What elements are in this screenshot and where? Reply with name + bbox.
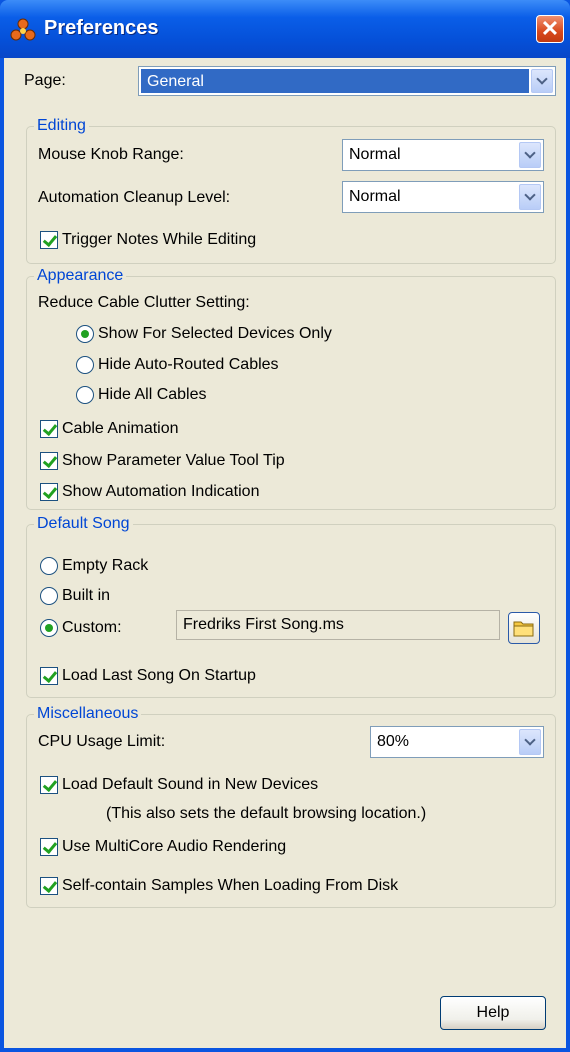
help-button[interactable]: Help	[440, 996, 546, 1030]
load-default-sound-note: (This also sets the default browsing loc…	[106, 805, 427, 822]
multicore-rendering-checkbox[interactable]	[40, 838, 58, 856]
hide-auto-routed-radio[interactable]	[76, 356, 94, 374]
app-logo-icon	[10, 18, 36, 41]
custom-song-path-field[interactable]: Fredriks First Song.ms	[176, 610, 500, 640]
cable-animation-label[interactable]: Cable Animation	[62, 420, 179, 438]
mouse-knob-range-select[interactable]: Normal	[342, 139, 544, 171]
show-selected-devices-radio[interactable]	[76, 325, 94, 343]
automation-indication-checkbox[interactable]	[40, 483, 58, 501]
self-contain-samples-label[interactable]: Self-contain Samples When Loading From D…	[62, 877, 398, 895]
title-bar[interactable]: Preferences ✕	[0, 0, 570, 58]
load-last-song-label[interactable]: Load Last Song On Startup	[62, 667, 256, 685]
empty-rack-radio[interactable]	[40, 557, 58, 575]
window-title: Preferences	[44, 17, 159, 39]
dialog-body: Page: General Editing Mouse Knob Range: …	[4, 58, 566, 1048]
param-tooltip-checkbox[interactable]	[40, 452, 58, 470]
hide-all-cables-label[interactable]: Hide All Cables	[98, 386, 207, 404]
close-button[interactable]: ✕	[536, 15, 564, 43]
load-last-song-checkbox[interactable]	[40, 667, 58, 685]
automation-cleanup-label: Automation Cleanup Level:	[38, 189, 231, 206]
cpu-usage-value: 80%	[377, 733, 410, 750]
show-selected-devices-label[interactable]: Show For Selected Devices Only	[98, 325, 332, 343]
page-select[interactable]: General	[138, 66, 556, 96]
cpu-usage-select[interactable]: 80%	[370, 726, 544, 758]
browse-folder-button[interactable]	[508, 612, 540, 644]
chevron-down-icon[interactable]	[519, 184, 541, 210]
custom-radio[interactable]	[40, 619, 58, 637]
cable-clutter-label: Reduce Cable Clutter Setting:	[38, 294, 250, 311]
appearance-legend: Appearance	[34, 267, 127, 285]
chevron-down-icon[interactable]	[531, 69, 553, 93]
miscellaneous-legend: Miscellaneous	[34, 705, 142, 723]
mouse-knob-range-value: Normal	[349, 146, 401, 163]
automation-indication-label[interactable]: Show Automation Indication	[62, 483, 259, 501]
page-select-value: General	[147, 73, 204, 90]
multicore-rendering-label[interactable]: Use MultiCore Audio Rendering	[62, 838, 286, 856]
built-in-label[interactable]: Built in	[62, 587, 110, 605]
trigger-notes-label[interactable]: Trigger Notes While Editing	[62, 231, 256, 249]
chevron-down-icon[interactable]	[519, 142, 541, 168]
default-song-legend: Default Song	[34, 515, 133, 533]
chevron-down-icon[interactable]	[519, 729, 541, 755]
load-default-sound-checkbox[interactable]	[40, 776, 58, 794]
cpu-usage-label: CPU Usage Limit:	[38, 733, 166, 750]
hide-all-cables-radio[interactable]	[76, 386, 94, 404]
cable-animation-checkbox[interactable]	[40, 420, 58, 438]
empty-rack-label[interactable]: Empty Rack	[62, 557, 148, 575]
self-contain-samples-checkbox[interactable]	[40, 877, 58, 895]
automation-cleanup-value: Normal	[349, 188, 401, 205]
load-default-sound-label[interactable]: Load Default Sound in New Devices	[62, 776, 318, 794]
mouse-knob-range-label: Mouse Knob Range:	[38, 146, 184, 163]
folder-icon	[513, 621, 534, 637]
editing-legend: Editing	[34, 117, 89, 135]
built-in-radio[interactable]	[40, 587, 58, 605]
custom-song-path-value: Fredriks First Song.ms	[183, 616, 344, 633]
param-tooltip-label[interactable]: Show Parameter Value Tool Tip	[62, 452, 285, 470]
hide-auto-routed-label[interactable]: Hide Auto-Routed Cables	[98, 356, 279, 374]
trigger-notes-checkbox[interactable]	[40, 231, 58, 249]
automation-cleanup-select[interactable]: Normal	[342, 181, 544, 213]
page-label: Page:	[24, 72, 66, 89]
preferences-window: Preferences ✕ Page: General Editing Mous…	[0, 0, 570, 1052]
custom-label[interactable]: Custom:	[62, 619, 122, 637]
